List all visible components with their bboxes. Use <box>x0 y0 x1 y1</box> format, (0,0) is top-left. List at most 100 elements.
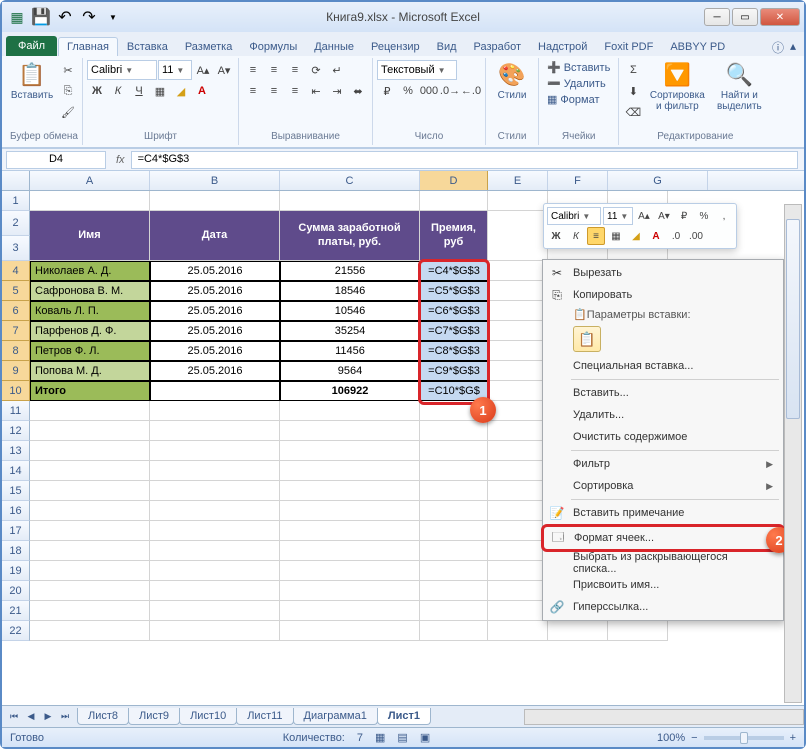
autosum-icon[interactable]: Σ <box>623 60 643 80</box>
cell[interactable]: Петров Ф. Л. <box>30 341 150 361</box>
cell[interactable]: 35254 <box>280 321 420 341</box>
excel-icon[interactable]: ▦ <box>6 6 28 28</box>
align-bot-icon[interactable]: ≡ <box>285 60 305 80</box>
cell[interactable] <box>280 191 420 211</box>
cell[interactable] <box>280 521 420 541</box>
fx-icon[interactable]: fx <box>110 154 131 166</box>
vertical-scrollbar[interactable] <box>784 204 802 703</box>
cell[interactable]: Сумма заработной платы, руб. <box>280 211 420 261</box>
sheet-tab[interactable]: Лист8 <box>77 708 129 725</box>
cell[interactable] <box>420 541 488 561</box>
dec-decimal-icon[interactable]: ←.0 <box>461 81 481 101</box>
row-header[interactable]: 20 <box>2 581 30 601</box>
row-header[interactable]: 22 <box>2 621 30 641</box>
cell[interactable]: 21556 <box>280 261 420 281</box>
cell[interactable] <box>420 581 488 601</box>
cell[interactable] <box>488 521 548 541</box>
cell[interactable] <box>280 401 420 421</box>
cell[interactable] <box>420 461 488 481</box>
cell[interactable] <box>420 441 488 461</box>
cell[interactable] <box>420 501 488 521</box>
cell[interactable] <box>488 541 548 561</box>
styles-button[interactable]: 🎨 Стили <box>490 60 534 103</box>
row-header[interactable]: 14 <box>2 461 30 481</box>
mini-size-combo[interactable]: 11▼ <box>603 207 633 225</box>
row-header[interactable]: 21 <box>2 601 30 621</box>
row-header[interactable]: 8 <box>2 341 30 361</box>
align-left-icon[interactable]: ≡ <box>243 81 263 101</box>
fill-color-button[interactable]: ◢ <box>171 81 191 101</box>
row-header[interactable]: 16 <box>2 501 30 521</box>
sheet-tab-active[interactable]: Лист1 <box>377 708 431 725</box>
mini-fontcolor-button[interactable]: A <box>647 227 665 245</box>
cell[interactable]: Итого <box>30 381 150 401</box>
cell[interactable]: Дата <box>150 211 280 261</box>
cell[interactable]: =C4*$G$3 <box>420 261 488 281</box>
ctx-filter[interactable]: Фильтр▶ <box>543 453 783 475</box>
cell[interactable]: Попова М. Д. <box>30 361 150 381</box>
underline-button[interactable]: Ч <box>129 81 149 101</box>
save-icon[interactable]: 💾 <box>30 6 52 28</box>
cell[interactable] <box>488 561 548 581</box>
row-header[interactable]: 19 <box>2 561 30 581</box>
row-header[interactable]: 18 <box>2 541 30 561</box>
row-header[interactable]: 7 <box>2 321 30 341</box>
maximize-button[interactable]: ▭ <box>732 8 758 26</box>
mini-border-button[interactable]: ▦ <box>607 227 625 245</box>
paste-button[interactable]: 📋 Вставить <box>10 60 54 103</box>
cell[interactable] <box>30 401 150 421</box>
cell[interactable]: 25.05.2016 <box>150 301 280 321</box>
cell[interactable] <box>488 461 548 481</box>
cell[interactable] <box>150 601 280 621</box>
cell[interactable] <box>150 521 280 541</box>
paste-option-button[interactable]: 📋 <box>573 326 601 352</box>
cell[interactable] <box>548 621 608 641</box>
tab-data[interactable]: Данные <box>306 38 362 56</box>
cell[interactable] <box>608 621 668 641</box>
cell[interactable] <box>150 561 280 581</box>
wrap-text-icon[interactable]: ↵ <box>327 60 347 80</box>
col-B[interactable]: B <box>150 171 280 190</box>
name-box[interactable]: D4 <box>6 151 106 169</box>
row-header[interactable]: 13 <box>2 441 30 461</box>
row-header[interactable]: 5 <box>2 281 30 301</box>
ctx-cut[interactable]: ✂Вырезать <box>543 262 783 284</box>
format-cells-button[interactable]: ▦Формат <box>543 92 614 107</box>
minimize-button[interactable]: ─ <box>704 8 730 26</box>
mini-grow-icon[interactable]: A▴ <box>635 207 653 225</box>
cell[interactable] <box>488 601 548 621</box>
row-header[interactable]: 6 <box>2 301 30 321</box>
cell[interactable] <box>150 381 280 401</box>
cell[interactable] <box>420 481 488 501</box>
cell[interactable] <box>488 261 548 281</box>
mini-fill-button[interactable]: ◢ <box>627 227 645 245</box>
close-button[interactable]: ✕ <box>760 8 800 26</box>
worksheet-grid[interactable]: A B C D E F G 123ИмяДатаСумма заработной… <box>2 171 804 721</box>
font-color-button[interactable]: A <box>192 81 212 101</box>
zoom-in-icon[interactable]: + <box>790 732 796 744</box>
cell[interactable] <box>420 521 488 541</box>
cell[interactable] <box>150 501 280 521</box>
tab-view[interactable]: Вид <box>429 38 465 56</box>
cell[interactable] <box>150 191 280 211</box>
inc-decimal-icon[interactable]: .0→ <box>440 81 460 101</box>
cell[interactable] <box>280 561 420 581</box>
cell[interactable]: 25.05.2016 <box>150 261 280 281</box>
row-header[interactable]: 4 <box>2 261 30 281</box>
row-header[interactable]: 11 <box>2 401 30 421</box>
tab-home[interactable]: Главная <box>58 37 118 56</box>
percent-icon[interactable]: % <box>398 81 418 101</box>
cell[interactable] <box>280 461 420 481</box>
zoom-slider[interactable] <box>704 736 784 740</box>
font-size-combo[interactable]: 11▼ <box>158 60 192 80</box>
align-top-icon[interactable]: ≡ <box>243 60 263 80</box>
ctx-paste-special[interactable]: Специальная вставка... <box>543 355 783 377</box>
comma-icon[interactable]: 000 <box>419 81 439 101</box>
zoom-out-icon[interactable]: − <box>691 732 697 744</box>
cell[interactable] <box>280 481 420 501</box>
mini-incdec-button[interactable]: .0 <box>667 227 685 245</box>
cell[interactable] <box>150 461 280 481</box>
cell[interactable] <box>150 581 280 601</box>
cell[interactable] <box>280 441 420 461</box>
cell[interactable]: 25.05.2016 <box>150 361 280 381</box>
